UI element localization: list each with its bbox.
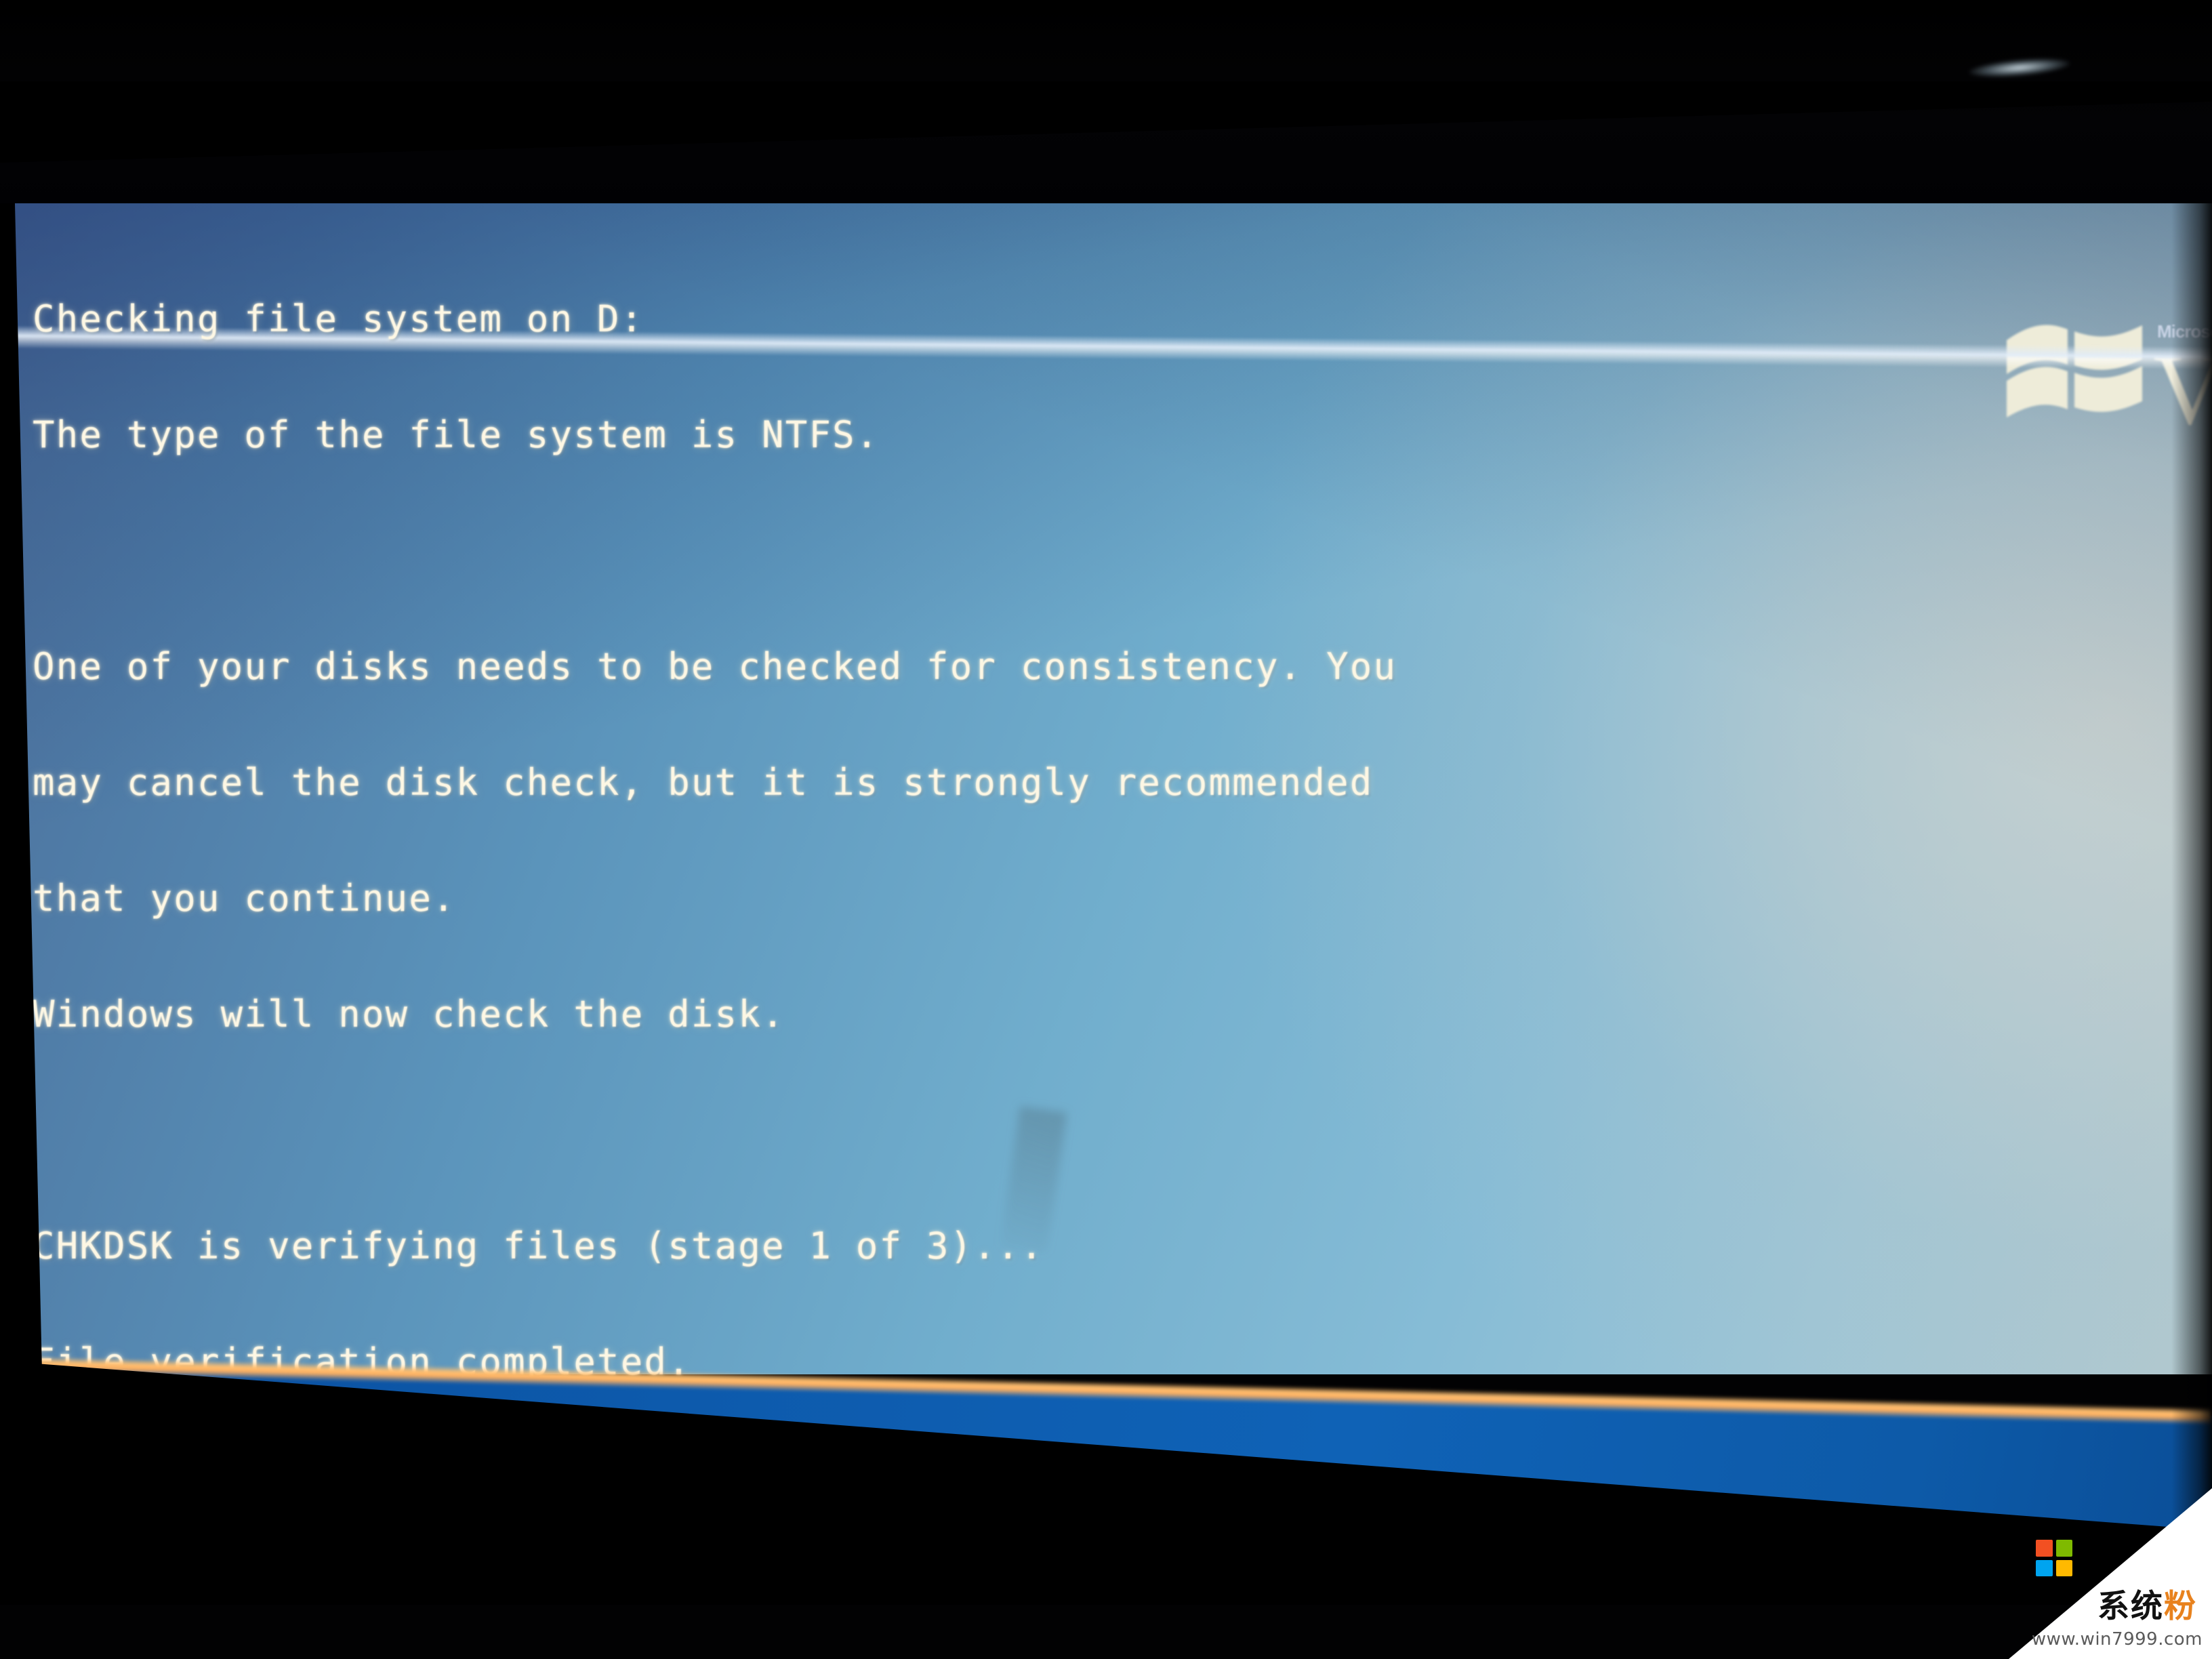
console-line: CHKDSK is verifying files (stage 1 of 3)… [33, 1225, 1044, 1267]
console-line: The type of the file system is NTFS. [33, 413, 880, 456]
watermark-site-name-accent: 粉 [2164, 1588, 2197, 1625]
site-watermark: 系统粉 www.win7999.com [2009, 1488, 2212, 1659]
watermark-site-name: 系统粉 [2097, 1590, 2197, 1624]
ms-square-yellow [2055, 1559, 2072, 1576]
watermark-site-name-prefix: 系统 [2097, 1588, 2164, 1625]
photo-of-monitor: Microsoft V Checking file system on D: T… [0, 0, 2212, 1659]
ms-square-blue [2036, 1559, 2053, 1576]
console-line: Checking file system on D: [33, 298, 644, 340]
ms-square-red [2036, 1540, 2053, 1557]
monitor-screen: Microsoft V Checking file system on D: T… [0, 87, 2212, 1605]
console-line: Windows will now check the disk. [33, 993, 785, 1036]
ms-square-green [2055, 1540, 2072, 1557]
bezel-glare-reflection [1968, 55, 2071, 81]
console-line: that you continue. [33, 877, 456, 920]
console-line: may cancel the disk check, but it is str… [33, 761, 1374, 804]
watermark-url: www.win7999.com [2031, 1629, 2203, 1650]
microsoft-squares-icon [2036, 1540, 2072, 1576]
console-line: One of your disks needs to be checked fo… [33, 645, 1397, 688]
windows-brand-cluster: Microsoft V [2003, 310, 2212, 441]
